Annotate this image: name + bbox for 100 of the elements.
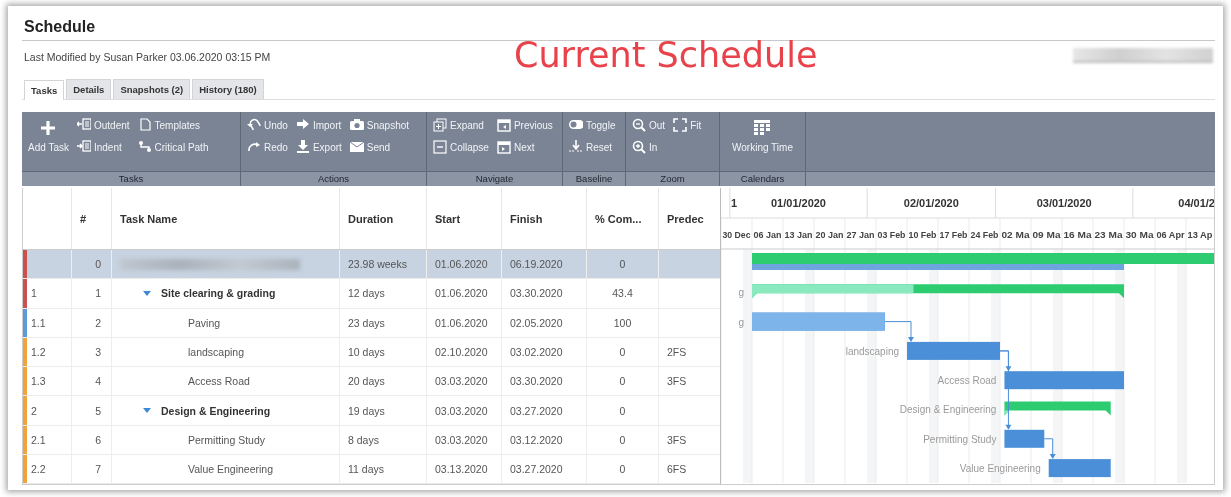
project-bar[interactable] (752, 253, 1214, 270)
corners-icon (673, 118, 688, 132)
toolbar-button[interactable]: In (631, 138, 667, 156)
table-cell: 03.13.2020 (435, 463, 488, 476)
column-header[interactable]: Duration (339, 188, 426, 249)
column-header[interactable]: Task Name (111, 188, 339, 249)
table-row[interactable]: 2.1 6 Permitting Study 8 days 03.03.2020 03.12.2020 0 3FS (23, 425, 720, 456)
tab[interactable]: Tasks (24, 80, 65, 100)
tab[interactable]: Details (66, 79, 112, 99)
table-cell: 0 (95, 258, 101, 271)
table-cell: landscaping (188, 346, 245, 359)
table-cell: 2.2 (31, 463, 46, 476)
expand-arrow-icon[interactable] (143, 290, 151, 296)
week-label: 20 Jan (815, 230, 843, 240)
tab[interactable]: Snapshots (2) (113, 79, 191, 99)
table-cell: 03.30.2020 (510, 375, 563, 388)
expand-arrow-icon[interactable] (143, 408, 151, 414)
table-row[interactable]: 1.1 2 Paving 23 days 01.06.2020 02.05.2020 100 (23, 308, 720, 338)
last-modified-text: Last Modified by Susan Parker 03.06.2020 03:15 PM (24, 51, 272, 63)
toolbar-button[interactable]: Working Time (731, 116, 794, 155)
table-row[interactable]: 0 23.98 weeks 01.06.2020 06.19.2020 0 (23, 250, 720, 280)
table-cell: 03.02.2020 (510, 346, 563, 359)
group-label: Calendars (720, 171, 805, 186)
group-label: Zoom (626, 171, 719, 186)
bar-label: Permitting Study (923, 433, 997, 445)
bar-label: Value Engineering (959, 463, 1041, 475)
toolbar-button[interactable]: Collapse (432, 138, 490, 156)
toolbar-button[interactable]: Expand (432, 116, 490, 134)
task-bar[interactable] (907, 341, 1000, 360)
table-cell: 03.03.2020 (435, 433, 488, 446)
toolbar-button[interactable]: Previous (495, 116, 554, 134)
summary-bar[interactable] (1004, 401, 1111, 416)
table-cell: Site clearing & grading (161, 287, 276, 300)
task-bar[interactable] (1004, 371, 1124, 390)
table-cell: 3FS (667, 375, 687, 388)
week-label: 27 Jan (846, 230, 874, 240)
table-row[interactable]: 1.2 3 landscaping 10 days 02.10.2020 03.02.2020 0 2FS (23, 337, 720, 368)
table-cell: Permitting Study (188, 433, 266, 446)
redo-icon (247, 140, 261, 154)
toolbar-button[interactable]: Out (631, 116, 667, 134)
column-header[interactable]: % Com... (586, 188, 658, 249)
table-cell: 0 (619, 433, 626, 446)
bar-label: Access Road (937, 375, 997, 387)
column-header[interactable]: Finish (501, 188, 586, 249)
table-cell: 03.03.2020 (435, 404, 488, 417)
table-cell: Access Road (188, 375, 250, 388)
week-label: 13 Ap (1187, 230, 1211, 240)
envelope-icon (349, 140, 364, 154)
toolbar-button[interactable]: Import (294, 116, 343, 134)
task-bar[interactable] (1004, 429, 1045, 448)
week-label: 06 Jan (753, 230, 781, 240)
toolbar-button[interactable]: Export (294, 138, 343, 156)
summary-bar[interactable] (752, 284, 1124, 299)
toolbar-button[interactable]: Fit (672, 116, 703, 134)
table-row[interactable]: 2 5 Design & Engineering 19 days 03.03.2020 03.27.2020 0 (23, 396, 720, 426)
toolbar-button[interactable]: Critical Path (136, 138, 210, 156)
table-cell: 0 (619, 346, 626, 359)
week-label: 17 Feb (939, 230, 967, 240)
week-label: 02 Ma (1001, 230, 1026, 240)
toolbar-button[interactable]: Send (348, 138, 411, 156)
toolbar-button[interactable]: Toggle (568, 116, 617, 134)
zoom-out-icon (632, 118, 646, 132)
branch-icon (137, 140, 152, 154)
table-cell: 03.27.2020 (510, 404, 563, 417)
table-cell: 19 days (348, 404, 385, 417)
column-header[interactable]: Start (426, 188, 501, 249)
toolbar-button[interactable]: Snapshot (348, 116, 411, 134)
week-label: 24 Feb (970, 230, 998, 240)
month-label: 02/01/2020 (903, 197, 959, 209)
table-cell: 02.05.2020 (510, 316, 563, 329)
table-cell: 03.03.2020 (435, 375, 488, 388)
week-label: 03 Feb (877, 230, 905, 240)
month-label: 1 (731, 197, 738, 209)
table-cell: 02.10.2020 (435, 346, 488, 359)
toolbar-button[interactable]: Add Task (27, 116, 70, 155)
table-row[interactable]: 1 1 Site clearing & grading 12 days 01.06.2020 03.30.2020 43.4 (23, 279, 720, 309)
week-label: 13 Jan (784, 230, 812, 240)
toolbar-button[interactable]: Outdent (75, 116, 131, 134)
week-label: 06 Apr (1156, 230, 1183, 240)
table-cell: 03.27.2020 (510, 463, 563, 476)
calendar-grid-icon (753, 119, 772, 137)
toolbar-button[interactable]: Reset (568, 138, 617, 156)
table-row[interactable]: 2.2 7 Value Engineering 11 days 03.13.2020 03.27.2020 0 6FS (23, 455, 720, 485)
toolbar-button[interactable]: Templates (136, 116, 210, 134)
toolbar-button[interactable]: Redo (246, 138, 289, 156)
bar-label: Design & Engineering (899, 404, 997, 416)
week-label: 30 Ma (1125, 230, 1150, 240)
toolbar-button[interactable]: Undo (246, 116, 289, 134)
table-cell: 6FS (667, 463, 687, 476)
toolbar-button[interactable]: Indent (75, 138, 131, 156)
task-bar[interactable] (1048, 459, 1111, 478)
bar-label: g (738, 316, 744, 328)
toolbar-button[interactable]: Next (495, 138, 554, 156)
tab[interactable]: History (180) (192, 79, 264, 99)
column-header[interactable]: # (71, 188, 111, 249)
outdent-icon (76, 118, 91, 132)
table-cell: 03.12.2020 (510, 433, 563, 446)
column-header[interactable]: Predec (658, 188, 720, 249)
table-row[interactable]: 1.3 4 Access Road 20 days 03.03.2020 03.30.2020 0 3FS (23, 367, 720, 397)
toggle-icon (569, 118, 583, 132)
